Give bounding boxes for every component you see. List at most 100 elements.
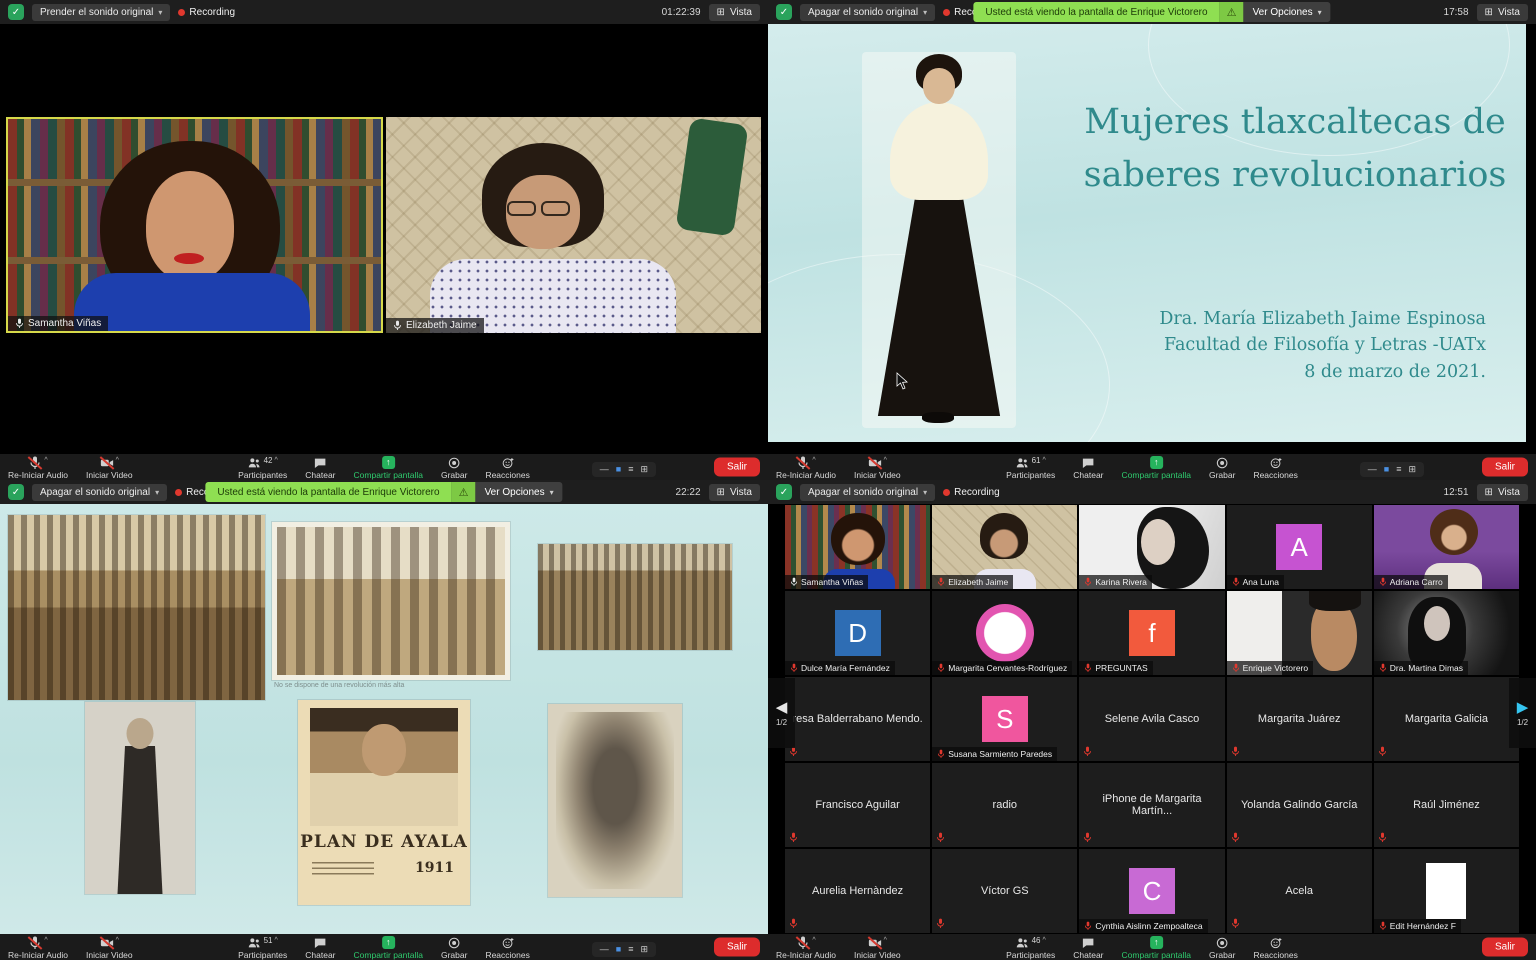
participant-tile[interactable]: Margarita Juárez [1227, 677, 1372, 761]
reactions-button[interactable]: Reacciones [485, 456, 529, 480]
participant-tile[interactable]: fPREGUNTAS [1079, 591, 1224, 675]
minimize-icon[interactable]: — [600, 945, 609, 954]
gallery-prev-page-button[interactable]: ◀ 1/2 [768, 678, 795, 748]
participants-button[interactable]: 42 ^ Participantes [238, 456, 287, 480]
leave-button[interactable]: Salir [1482, 458, 1528, 477]
view-options-button[interactable]: Ver Opciones▾ [476, 482, 563, 502]
leave-button[interactable]: Salir [1482, 938, 1528, 957]
video-settings-caret[interactable]: ^ [116, 937, 119, 944]
participant-tile[interactable]: Aurelia Hernàndez [785, 849, 930, 933]
audio-settings-caret[interactable]: ^ [812, 457, 815, 464]
start-video-button[interactable]: ^ Iniciar Video [86, 456, 133, 480]
view-layout-panel[interactable]: — ■ ≡ ⊞ [592, 942, 656, 957]
participants-button[interactable]: 46 ^ Participantes [1006, 936, 1055, 960]
security-shield-icon[interactable]: ✓ [776, 4, 792, 20]
leave-button[interactable]: Salir [714, 458, 760, 477]
view-options-button[interactable]: Ver Opciones▾ [1244, 2, 1331, 22]
video-feed-samantha[interactable]: Samantha Viñas [6, 117, 383, 333]
view-button[interactable]: ⊞ Vista [709, 484, 760, 501]
speaker-view-icon[interactable]: ■ [616, 465, 621, 474]
grid-view-icon[interactable]: ⊞ [640, 945, 648, 954]
minimize-icon[interactable]: — [1368, 465, 1377, 474]
participants-caret[interactable]: ^ [275, 457, 278, 464]
view-layout-panel[interactable]: — ■ ≡ ⊞ [1360, 462, 1424, 477]
share-screen-button[interactable]: ↑ Compartir pantalla [1122, 936, 1191, 960]
participants-button[interactable]: 61 ^ Participantes [1006, 456, 1055, 480]
participant-tile[interactable]: Dra. Martina Dimas [1374, 591, 1519, 675]
participant-tile[interactable]: Adriana Carro [1374, 505, 1519, 589]
unmute-audio-button[interactable]: ^ Re-Iniciar Audio [776, 936, 836, 960]
participants-caret[interactable]: ^ [1043, 937, 1046, 944]
view-layout-panel[interactable]: — ■ ≡ ⊞ [592, 462, 656, 477]
participant-tile[interactable]: DDulce María Fernández [785, 591, 930, 675]
participant-tile[interactable]: iPhone de Margarita Martín... [1079, 763, 1224, 847]
record-button[interactable]: Grabar [441, 936, 467, 960]
start-video-button[interactable]: ^ Iniciar Video [86, 936, 133, 960]
leave-button[interactable]: Salir [714, 938, 760, 957]
audio-settings-caret[interactable]: ^ [812, 937, 815, 944]
record-button[interactable]: Grabar [1209, 936, 1235, 960]
share-screen-button[interactable]: ↑ Compartir pantalla [354, 936, 423, 960]
participant-tile[interactable]: Edit Hernández F [1374, 849, 1519, 933]
participant-tile[interactable]: Karina Rivera [1079, 505, 1224, 589]
original-sound-toggle[interactable]: Apagar el sonido original▾ [800, 484, 935, 501]
participant-tile[interactable]: AAna Luna [1227, 505, 1372, 589]
video-feed-elizabeth[interactable]: Elizabeth Jaime [386, 117, 761, 333]
gallery-view-icon[interactable]: ≡ [628, 465, 633, 474]
reactions-button[interactable]: Reacciones [1253, 456, 1297, 480]
participant-tile[interactable]: Enrique Victorero [1227, 591, 1372, 675]
start-video-button[interactable]: ^ Iniciar Video [854, 456, 901, 480]
speaker-view-icon[interactable]: ■ [616, 945, 621, 954]
audio-settings-caret[interactable]: ^ [44, 457, 47, 464]
unmute-audio-button[interactable]: ^ Re-Iniciar Audio [776, 456, 836, 480]
record-button[interactable]: Grabar [1209, 456, 1235, 480]
participant-tile[interactable]: CCynthia Aislinn Zempoalteca [1079, 849, 1224, 933]
participant-tile[interactable]: Margarita Galicia [1374, 677, 1519, 761]
participant-tile[interactable]: Yolanda Galindo García [1227, 763, 1372, 847]
chat-button[interactable]: Chatear [305, 456, 335, 480]
video-settings-caret[interactable]: ^ [884, 937, 887, 944]
security-shield-icon[interactable]: ✓ [8, 484, 24, 500]
grid-view-icon[interactable]: ⊞ [640, 465, 648, 474]
participant-tile[interactable]: resa Balderrabano Mendo. [785, 677, 930, 761]
unmute-audio-button[interactable]: ^ Re-Iniciar Audio [8, 936, 68, 960]
gallery-view-icon[interactable]: ≡ [1396, 465, 1401, 474]
participant-tile[interactable]: Selene Avila Casco [1079, 677, 1224, 761]
participants-caret[interactable]: ^ [275, 937, 278, 944]
video-settings-caret[interactable]: ^ [116, 457, 119, 464]
participant-tile[interactable]: Margarita Cervantes-Rodríguez [932, 591, 1077, 675]
gallery-view-icon[interactable]: ≡ [628, 945, 633, 954]
participant-tile[interactable]: Acela [1227, 849, 1372, 933]
original-sound-toggle[interactable]: Apagar el sonido original▾ [800, 4, 935, 21]
grid-view-icon[interactable]: ⊞ [1408, 465, 1416, 474]
chat-button[interactable]: Chatear [1073, 456, 1103, 480]
original-sound-toggle[interactable]: Prender el sonido original▾ [32, 4, 170, 21]
unmute-audio-button[interactable]: ^ Re-Iniciar Audio [8, 456, 68, 480]
view-button[interactable]: ⊞ Vista [1477, 4, 1528, 21]
participants-button[interactable]: 51 ^ Participantes [238, 936, 287, 960]
chat-button[interactable]: Chatear [1073, 936, 1103, 960]
participant-tile[interactable]: Francisco Aguilar [785, 763, 930, 847]
share-screen-button[interactable]: ↑ Compartir pantalla [354, 456, 423, 480]
participant-tile[interactable]: Samantha Viñas [785, 505, 930, 589]
security-shield-icon[interactable]: ✓ [8, 4, 24, 20]
participant-tile[interactable]: Víctor GS [932, 849, 1077, 933]
participants-caret[interactable]: ^ [1043, 457, 1046, 464]
view-button[interactable]: ⊞ Vista [709, 4, 760, 21]
minimize-icon[interactable]: — [600, 465, 609, 474]
gallery-next-page-button[interactable]: ▶ 1/2 [1509, 678, 1536, 748]
audio-settings-caret[interactable]: ^ [44, 937, 47, 944]
participant-tile[interactable]: radio [932, 763, 1077, 847]
video-settings-caret[interactable]: ^ [884, 457, 887, 464]
participant-tile[interactable]: Raúl Jiménez [1374, 763, 1519, 847]
record-button[interactable]: Grabar [441, 456, 467, 480]
speaker-view-icon[interactable]: ■ [1384, 465, 1389, 474]
participant-tile[interactable]: SSusana Sarmiento Paredes [932, 677, 1077, 761]
participant-tile[interactable]: Elizabeth Jaime [932, 505, 1077, 589]
share-screen-button[interactable]: ↑ Compartir pantalla [1122, 456, 1191, 480]
view-button[interactable]: ⊞ Vista [1477, 484, 1528, 501]
security-shield-icon[interactable]: ✓ [776, 484, 792, 500]
chat-button[interactable]: Chatear [305, 936, 335, 960]
reactions-button[interactable]: Reacciones [1253, 936, 1297, 960]
start-video-button[interactable]: ^ Iniciar Video [854, 936, 901, 960]
